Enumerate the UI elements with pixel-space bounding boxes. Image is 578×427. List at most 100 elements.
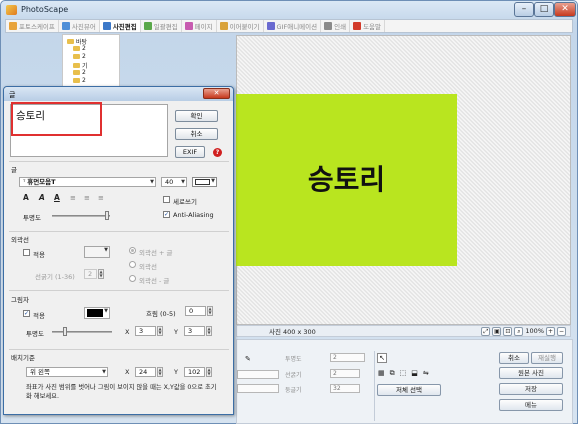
dialog-close-button[interactable]: ✕ [203,88,230,99]
flip-icon[interactable]: ⇋ [423,369,429,378]
magnifier-icon[interactable]: ⌕ [514,326,524,336]
layout-x-field[interactable]: 24 [135,367,156,377]
page-icon [184,22,193,30]
roundness-select[interactable]: 32 [330,384,360,393]
tab-label: 페이지 [194,23,213,31]
outline-thickness-label: 선굵기 (1-36) [35,273,75,281]
text-opacity-label: 투명도 [23,214,41,222]
text-opacity-track[interactable] [52,215,110,217]
shadow-color-picker[interactable]: ▼ [84,307,110,319]
folder-icon [73,78,80,83]
align-center-icon[interactable]: ≡ [84,194,90,202]
outline-option-2-radio[interactable] [129,261,136,268]
chevron-down-icon: ▼ [104,247,108,253]
original-photo-button[interactable]: 원본 사진 [499,367,563,379]
layout-y-spinner[interactable]: ▲ ▼ [206,367,212,377]
maximize-button[interactable]: □ [534,2,554,17]
tab-viewer[interactable]: 사진뷰어 [59,20,100,32]
tree-item[interactable]: 2 [73,77,86,84]
zoom-out-icon[interactable]: − [557,326,566,336]
tab-batch[interactable]: 일괄편집 [141,20,182,32]
tab-label: GIF애니메이션 [276,23,318,31]
save-button[interactable]: 저장 [499,383,563,395]
tab-editor[interactable]: 사진편집 [99,20,141,32]
blur-spinner[interactable]: ▲ ▼ [207,306,213,316]
shadow-x-spinner[interactable]: ▲ ▼ [157,326,163,336]
layout-x-spinner[interactable]: ▲ ▼ [157,367,163,377]
cancel-edit-button[interactable]: 취소 [499,352,529,364]
zoom-in-icon[interactable]: + [546,326,555,336]
shadow-y-spinner[interactable]: ▲ ▼ [206,326,212,336]
bold-button[interactable]: A [23,193,29,202]
folder-tree[interactable]: 바탕 2 2 기 2 2 [62,34,120,90]
tree-item[interactable]: 2 [73,53,86,60]
shadow-opacity-track[interactable] [52,331,112,333]
line-thickness-select[interactable]: 2 [330,369,360,378]
layout-note: 좌표가 사진 범위를 벗어나 그림이 보이지 않을 때는 X,Y값을 0으로 초… [26,384,217,400]
italic-button[interactable]: A [39,193,45,202]
underline-button[interactable]: A [54,193,60,202]
actual-size-icon[interactable]: ▣ [492,326,502,336]
shadow-apply-label: 적용 [33,312,45,320]
pencil-icon[interactable]: ✎ [245,355,251,363]
style-select-1[interactable] [237,370,279,379]
tab-combine[interactable]: 이어붙이기 [217,20,264,32]
font-size-select[interactable]: 40 ▼ [161,177,187,187]
insert-image-icon[interactable]: ▦ [378,369,385,378]
outline-option-3-radio[interactable] [129,275,136,282]
layout-y-field[interactable]: 102 [184,367,205,377]
line-thickness-label: 선굵기 [285,372,302,379]
tab-gif[interactable]: GIF애니메이션 [264,20,322,32]
fit-icon[interactable]: ⤢ [481,326,491,336]
send-back-icon[interactable]: ⬓ [411,369,418,378]
select-all-button[interactable]: 저체 선택 [377,384,441,396]
copy-object-icon[interactable]: ⧉ [390,369,395,378]
help-icon[interactable]: ? [213,148,222,157]
tree-item[interactable]: 2 [73,69,86,76]
shadow-opacity-thumb[interactable] [63,327,67,336]
bring-front-icon[interactable]: ⬚ [400,369,407,378]
blur-field[interactable]: 0 [185,306,206,316]
outline-color-picker[interactable]: ▼ [84,246,110,258]
layout-position-select[interactable]: 위 왼쪽 ▼ [26,367,108,377]
shadow-apply-checkbox[interactable]: ✓ [23,310,30,317]
menu-button[interactable]: 메뉴 [499,399,563,411]
tab-label: 사진뷰어 [71,23,96,31]
photo-text-overlay[interactable]: 승토리 [236,158,457,198]
outline-thickness-field[interactable]: 2 [84,269,97,279]
antialias-checkbox[interactable]: ✓ [163,211,170,218]
close-button[interactable]: ✕ [554,2,576,17]
tab-photoscape[interactable]: 포토스케이프 [6,20,59,32]
cancel-button[interactable]: 취소 [175,128,218,140]
text-color-picker[interactable]: ▼ [192,177,217,187]
font-select[interactable]: ᵀ 휴먼모음T ▼ [19,177,156,187]
pointer-tool-icon[interactable]: ↖ [377,353,387,363]
minimize-button[interactable]: – [514,2,534,17]
align-right-icon[interactable]: ≡ [98,194,104,202]
tree-item[interactable]: 2 [73,45,86,52]
main-tab-bar: 포토스케이프 사진뷰어 사진편집 일괄편집 페이지 이어붙이기 GIF애니메이션 인쇄 도움말 [5,19,573,33]
text-opacity-thumb[interactable] [105,211,109,220]
zoom-fit-icon[interactable]: ⊡ [503,326,513,336]
tab-print[interactable]: 인쇄 [321,20,351,32]
exif-button[interactable]: EXIF [175,146,205,158]
tree-item-label: 2 [82,53,86,60]
opacity-select-value: 2 [333,354,337,361]
vertical-text-checkbox[interactable] [163,196,170,203]
outline-apply-checkbox[interactable] [23,249,30,256]
roundness-value: 32 [333,385,341,392]
layout-x-label: X [125,368,130,376]
align-left-icon[interactable]: ≡ [70,194,76,202]
style-select-2[interactable] [237,384,279,393]
shadow-y-field[interactable]: 3 [184,326,205,336]
outline-thickness-spinner[interactable]: ▲ ▼ [98,269,104,279]
opacity-select[interactable]: 2 [330,353,365,362]
shadow-x-field[interactable]: 3 [135,326,156,336]
redo-button[interactable]: 재실행 [531,352,563,364]
outline-option-1-radio[interactable] [129,247,136,254]
tab-help[interactable]: 도움말 [350,20,386,32]
tab-page[interactable]: 페이지 [182,20,217,32]
ok-button[interactable]: 확인 [175,110,218,122]
divider [9,349,229,350]
outline-option-1-label: 외곽선 + 글 [139,249,173,257]
